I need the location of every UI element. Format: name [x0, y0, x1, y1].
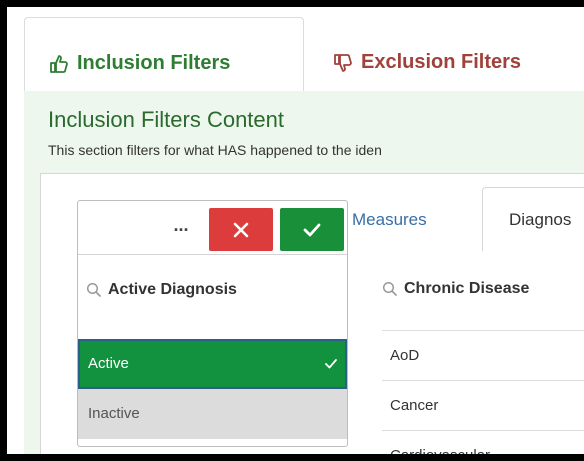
tab-exclusion-text: Exclusion Filters	[361, 51, 522, 73]
tab-diagnosis-label[interactable]: Diagnos	[509, 210, 571, 230]
option-inactive-label: Inactive	[88, 405, 140, 422]
tab-exclusion-label-wrap: Exclusion Filters	[333, 51, 521, 74]
close-icon	[233, 222, 249, 237]
content-title: Inclusion Filters Content	[48, 107, 284, 132]
tab-exclusion-filters[interactable]: Exclusion Filters	[313, 17, 584, 92]
popup-toolbar: ...	[78, 201, 347, 255]
active-diagnosis-title: Active Diagnosis	[108, 281, 237, 298]
checkmark-icon	[303, 223, 321, 236]
thumbs-up-icon	[50, 54, 68, 73]
confirm-selection-button[interactable]	[280, 208, 344, 251]
thumbs-down-icon	[334, 53, 352, 72]
option-active-label: Active	[88, 355, 129, 372]
list-item-aod[interactable]: AoD	[382, 330, 584, 380]
active-diagnosis-popup: ... Active Diagnosis Active Inactive	[77, 200, 348, 447]
chronic-disease-header[interactable]: Chronic Disease	[382, 280, 529, 298]
more-options-button[interactable]: ...	[169, 215, 193, 239]
active-diagnosis-header[interactable]: Active Diagnosis	[86, 281, 237, 299]
tab-measures[interactable]: Measures	[352, 210, 427, 230]
content-description: This section filters for what HAS happen…	[48, 142, 382, 158]
search-icon	[86, 282, 102, 298]
list-item-cardiovascular[interactable]: Cardiovascular	[382, 430, 584, 454]
tab-inclusion-label-wrap: Inclusion Filters	[49, 52, 230, 75]
cancel-selection-button[interactable]	[209, 208, 273, 251]
search-icon	[382, 281, 398, 297]
tab-inclusion-filters[interactable]: Inclusion Filters	[24, 17, 304, 92]
option-inactive[interactable]: Inactive	[78, 389, 347, 439]
chronic-disease-title: Chronic Disease	[404, 280, 530, 297]
tab-inclusion-text: Inclusion Filters	[77, 52, 231, 74]
option-active[interactable]: Active	[78, 339, 347, 389]
list-item-cancer[interactable]: Cancer	[382, 380, 584, 430]
app-frame: Inclusion Filters Exclusion Filters Incl…	[7, 7, 584, 454]
